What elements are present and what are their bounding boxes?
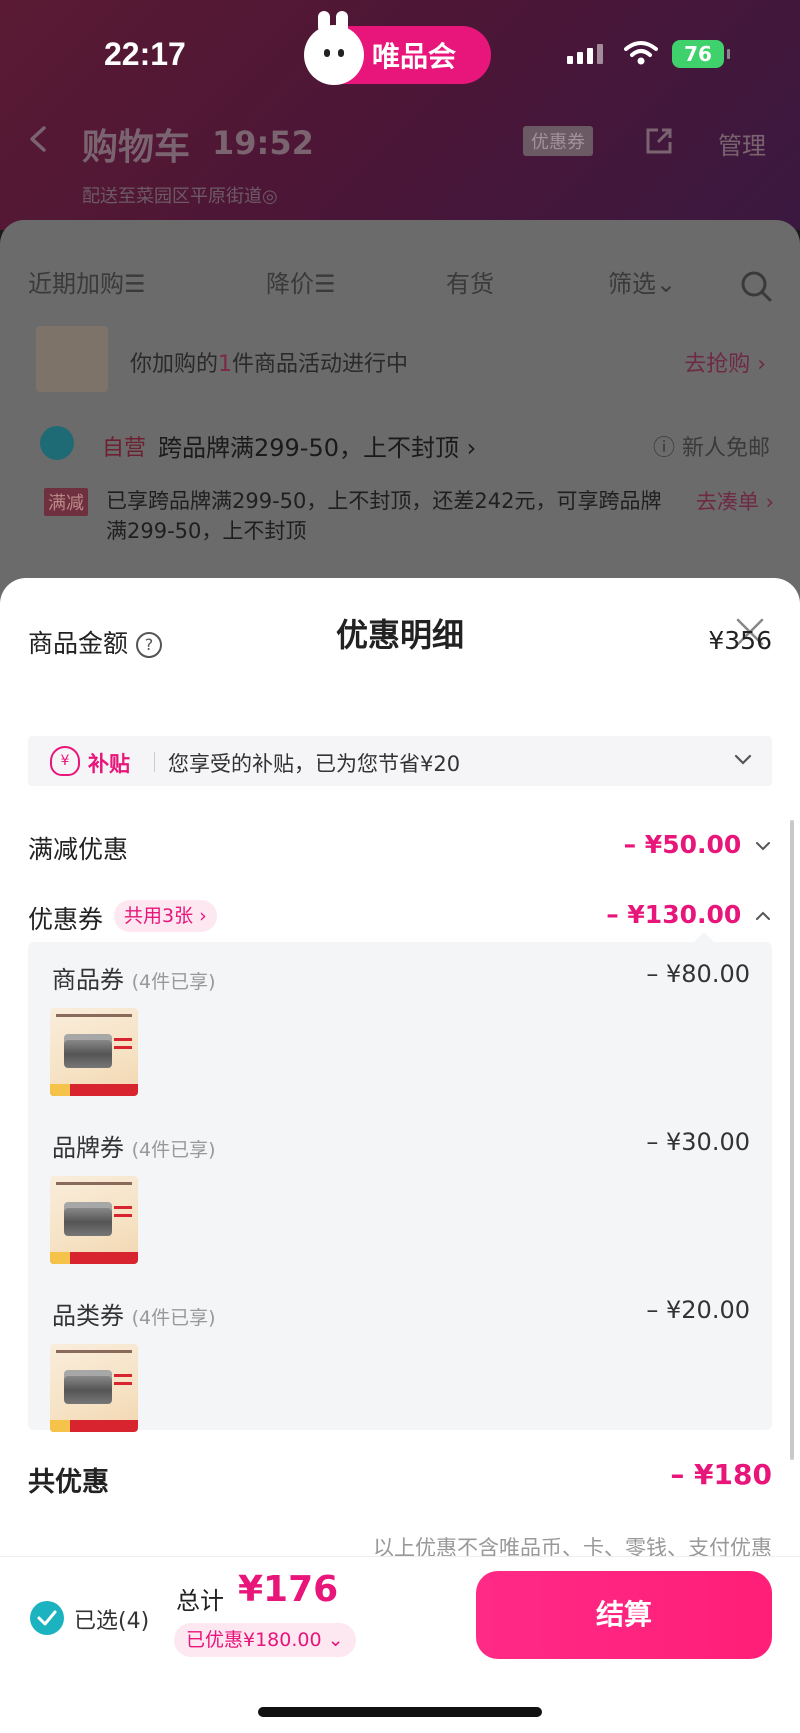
checkout-button[interactable]: 结算 (476, 1571, 772, 1659)
filter-recent[interactable]: 近期加购☰ (28, 264, 146, 299)
total-discount-label: 共优惠 (28, 1467, 109, 1498)
coupon-group-amount: – ¥20.00 (646, 1296, 750, 1324)
subsidy-text: 您享受的补贴，已为您节省¥20 (168, 752, 461, 776)
goods-amount-row: 商品金额? (28, 624, 163, 660)
coupon-group-amount: – ¥80.00 (646, 960, 750, 988)
cellular-signal-icon (567, 44, 603, 64)
coupon-share-badge[interactable]: 共用3张 › (114, 900, 217, 932)
goods-amount-text: 商品金额 (28, 629, 129, 658)
coupon-tag[interactable]: 优惠券 (523, 126, 593, 156)
cart-nav-bar: 购物车 19:52 优惠券 管理 (0, 110, 800, 180)
store-promo-name[interactable]: 跨品牌满299-50，上不封顶 › (158, 428, 476, 463)
full-reduction-row: 满减 已享跨品牌满299-50，上不封顶，还差242元，可享跨品牌满299-50… (44, 484, 774, 554)
coupon-discount-value: – ¥130.00 (606, 900, 742, 929)
coupon-group-product: 商品券 (4件已享) – ¥80.00 (28, 942, 772, 1102)
coupon-group-title: 品牌券 (4件已享) (52, 1134, 216, 1162)
filter-in-stock[interactable]: 有货 (446, 264, 494, 299)
checkout-bar: 已选(4) 总计 ¥176 已优惠¥180.00 ⌄ 结算 (0, 1556, 800, 1733)
cart-title: 购物车 (82, 127, 191, 168)
full-reduction-text: 已享跨品牌满299-50，上不封顶，还差242元，可享跨品牌满299-50，上不… (106, 489, 662, 543)
promo-go-button[interactable]: 去抢购 › (684, 346, 766, 378)
delivery-address[interactable]: 配送至菜园区平原街道◎ (82, 182, 278, 208)
select-all-checkbox[interactable] (30, 1601, 64, 1635)
goods-amount-value: ¥356 (708, 626, 772, 655)
promo-text: 你加购的1件商品活动进行中 (130, 352, 409, 377)
store-row: 自营 跨品牌满299-50，上不封顶 › ⓘ 新人免邮 (40, 420, 770, 470)
promo-product-image (36, 326, 108, 392)
search-icon[interactable] (740, 270, 772, 302)
product-thumbnail[interactable] (50, 1176, 138, 1264)
product-thumbnail[interactable] (50, 1008, 138, 1096)
full-reduction-discount-row[interactable]: – ¥50.00 (624, 830, 772, 859)
product-thumbnail[interactable] (50, 1344, 138, 1432)
coupon-group-title: 品类券 (4件已享) (52, 1302, 216, 1330)
add-more-button[interactable]: 去凑单 › (696, 486, 774, 516)
coupon-detail-panel: 商品券 (4件已享) – ¥80.00 品牌券 (4件已享) – ¥30.00 … (28, 932, 772, 1432)
filter-row: 近期加购☰ 降价☰ 有货 筛选⌄ (0, 250, 800, 310)
chevron-down-icon (756, 842, 770, 851)
coupon-group-brand: 品牌券 (4件已享) – ¥30.00 (28, 1110, 772, 1270)
brand-pill: 唯品会 (304, 11, 491, 85)
selected-count: 已选(4) (74, 1609, 150, 1634)
cart-body-background: 近期加购☰ 降价☰ 有货 筛选⌄ 你加购的1件商品活动进行中 去抢购 › 自营 … (0, 220, 800, 620)
saved-amount-pill[interactable]: 已优惠¥180.00 ⌄ (174, 1623, 356, 1657)
full-reduction-tag: 满减 (44, 488, 88, 516)
battery-icon: 76 (672, 40, 730, 68)
coupon-group-title: 商品券 (4件已享) (52, 966, 216, 994)
coupon-group-amount: – ¥30.00 (646, 1128, 750, 1156)
status-bar: 22:17 唯品会 76 (0, 0, 800, 110)
home-indicator (258, 1707, 542, 1717)
divider (154, 752, 155, 772)
subsidy-label: 补贴 (88, 752, 130, 776)
checkmark-icon (37, 1610, 57, 1626)
back-arrow-icon[interactable] (24, 124, 54, 154)
coupon-group-category: 品类券 (4件已享) – ¥20.00 (28, 1278, 772, 1438)
status-time: 22:17 (104, 36, 186, 72)
promo-banner[interactable]: 你加购的1件商品活动进行中 去抢购 › (36, 320, 766, 400)
subsidy-row[interactable]: ¥ 补贴 您享受的补贴，已为您节省¥20 (28, 736, 772, 786)
money-bag-icon: ¥ (50, 746, 80, 776)
brand-name: 唯品会 (372, 40, 457, 73)
share-icon[interactable] (644, 126, 674, 156)
sheet-scrollbar[interactable] (790, 820, 794, 1460)
battery-level: 76 (684, 42, 712, 66)
store-select-checkbox[interactable] (40, 426, 74, 460)
total-value: ¥176 (238, 1569, 339, 1610)
chevron-up-icon (756, 911, 770, 920)
coupon-label: 优惠券 (28, 905, 104, 934)
wifi-icon (624, 41, 658, 65)
chevron-down-icon (734, 754, 752, 765)
manage-button[interactable]: 管理 (718, 126, 766, 161)
coupon-discount-row[interactable]: – ¥130.00 (606, 900, 772, 929)
full-reduction-discount-label: 满减优惠 (28, 835, 129, 864)
filter-screen[interactable]: 筛选⌄ (608, 264, 676, 299)
cart-header-background: 22:17 唯品会 76 购物车 19:52 优惠券 管理 配送至菜园区平原街道… (0, 0, 800, 230)
total-label: 总计 (176, 1587, 224, 1615)
newbie-free-shipping[interactable]: ⓘ 新人免邮 (653, 430, 770, 462)
total-discount-value: – ¥180 (670, 1458, 772, 1491)
cart-countdown: 19:52 (212, 124, 314, 162)
info-icon[interactable]: ? (136, 632, 163, 658)
full-reduction-discount-value: – ¥50.00 (623, 830, 742, 859)
brand-mascot-icon (304, 11, 364, 85)
self-operated-tag: 自营 (102, 436, 147, 461)
filter-price-drop[interactable]: 降价☰ (266, 264, 336, 299)
